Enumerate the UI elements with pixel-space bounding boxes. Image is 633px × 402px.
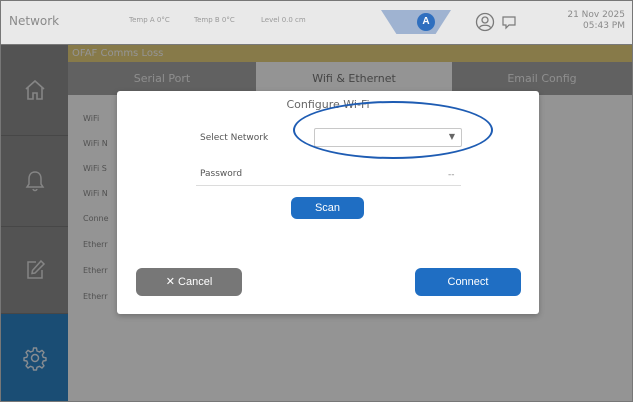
close-icon: ✕ — [165, 276, 175, 288]
password-field[interactable] — [196, 185, 461, 186]
network-select[interactable]: ▼ — [314, 128, 462, 147]
cancel-button[interactable]: ✕ Cancel — [136, 268, 242, 296]
user-icon[interactable] — [475, 12, 495, 35]
mode-badge-tab — [381, 10, 451, 34]
scan-button[interactable]: Scan — [291, 197, 364, 219]
temp-b-readout: Temp B 0°C — [194, 16, 235, 24]
date-time: 21 Nov 2025 05:43 PM — [567, 10, 625, 32]
cancel-button-label: Cancel — [178, 276, 213, 288]
page-title: Network — [9, 14, 60, 28]
password-value: -- — [448, 170, 455, 180]
chat-icon[interactable] — [501, 14, 517, 33]
configure-wifi-dialog: Configure Wi-Fi Select Network ▼ Passwor… — [117, 91, 539, 314]
top-header: Network Temp A 0°C Temp B 0°C Level 0.0 … — [1, 1, 632, 45]
date-text: 21 Nov 2025 — [567, 10, 625, 20]
time-text: 05:43 PM — [583, 21, 625, 31]
password-label: Password — [200, 169, 243, 179]
app-frame: Network Temp A 0°C Temp B 0°C Level 0.0 … — [0, 0, 633, 402]
mode-badge[interactable]: A — [417, 13, 435, 31]
temp-a-readout: Temp A 0°C — [129, 16, 170, 24]
chevron-down-icon: ▼ — [448, 132, 455, 141]
dialog-title: Configure Wi-Fi — [286, 98, 370, 111]
select-network-label: Select Network — [200, 133, 269, 143]
level-readout: Level 0.0 cm — [261, 16, 306, 24]
connect-button[interactable]: Connect — [415, 268, 521, 296]
